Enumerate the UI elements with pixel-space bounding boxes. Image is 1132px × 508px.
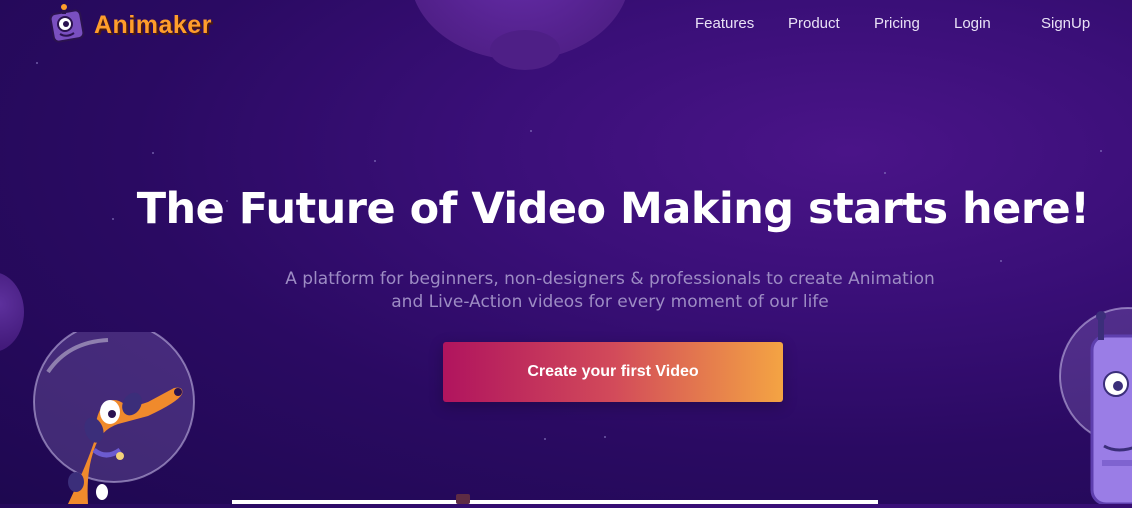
decorative-shape: [456, 494, 470, 504]
nav-login[interactable]: Login: [954, 15, 991, 32]
star: [544, 438, 546, 440]
brand-logo[interactable]: Animaker: [46, 4, 212, 46]
nav-features[interactable]: Features: [695, 15, 754, 32]
planet-illustration: [410, 0, 630, 70]
robot-illustration: [1058, 296, 1132, 506]
star: [36, 62, 38, 64]
hero-subtitle-line: and Live-Action videos for every moment …: [391, 292, 829, 312]
star: [884, 172, 886, 174]
animaker-logo-icon: [46, 4, 88, 46]
content-divider: [232, 500, 878, 504]
brand-name: Animaker: [94, 10, 212, 39]
nav-signup[interactable]: SignUp: [1041, 15, 1090, 32]
astronaut-dog-illustration: [28, 321, 198, 504]
planet-illustration: [0, 272, 24, 352]
nav-pricing[interactable]: Pricing: [874, 15, 920, 32]
star: [152, 152, 154, 154]
hero-subtitle-line: A platform for beginners, non-designers …: [285, 269, 935, 289]
star: [1000, 260, 1002, 262]
create-video-button[interactable]: Create your first Video: [443, 342, 783, 402]
star: [604, 436, 606, 438]
hero-subtitle: A platform for beginners, non-designers …: [240, 268, 980, 314]
nav-product[interactable]: Product: [788, 15, 840, 32]
star: [530, 130, 532, 132]
star: [1100, 150, 1102, 152]
hero-title: The Future of Video Making starts here!: [136, 184, 1090, 234]
star: [374, 160, 376, 162]
